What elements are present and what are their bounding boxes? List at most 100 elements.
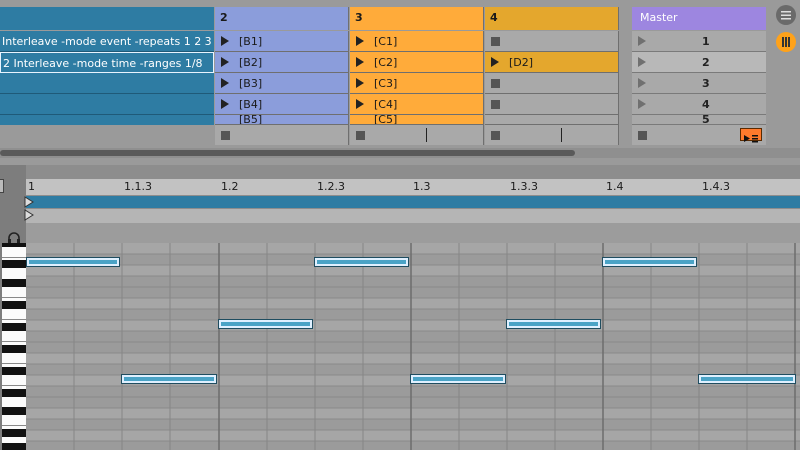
play-icon[interactable] (356, 57, 364, 67)
clip-1-1-label: Interleave -mode event -repeats 1 2 3 (2, 35, 212, 48)
piano-key-white[interactable] (2, 331, 26, 342)
piano-key-black[interactable] (2, 443, 26, 450)
midi-note[interactable] (219, 320, 312, 328)
clip-4-1-empty[interactable] (485, 31, 619, 52)
scene-launch-icon[interactable] (638, 36, 646, 46)
loop-brace[interactable] (26, 196, 800, 208)
piano-key-black[interactable] (2, 345, 26, 353)
note-grid[interactable] (26, 243, 800, 450)
midi-note[interactable] (411, 375, 505, 383)
clip-1-2-label: 2 Interleave -mode time -ranges 1/8 (3, 57, 203, 70)
piano-key-black[interactable] (2, 389, 26, 397)
divider (561, 128, 562, 142)
midi-note[interactable] (27, 258, 119, 266)
play-icon[interactable] (221, 78, 229, 88)
clip-4-4-empty[interactable] (485, 94, 619, 115)
clip-region-lane[interactable] (26, 223, 800, 243)
stop-slot-icon[interactable] (491, 79, 500, 88)
stop-clip-icon[interactable] (356, 131, 365, 140)
piano-key-white[interactable] (2, 247, 26, 258)
clip-3-3[interactable]: [C3] (350, 73, 484, 94)
track-2-header[interactable]: 2 (215, 7, 349, 30)
scrollbar-thumb[interactable] (0, 150, 575, 156)
piano-key-white[interactable] (2, 287, 26, 298)
scene-1[interactable]: 1 (632, 31, 766, 52)
start-marker-icon[interactable] (24, 196, 36, 236)
piano-key-black[interactable] (2, 260, 26, 268)
clip-4-2[interactable]: [D2] (485, 52, 619, 73)
play-icon[interactable] (221, 57, 229, 67)
master-stop-row (632, 125, 766, 145)
clip-2-5-label: [B5] (239, 115, 263, 125)
piano-keyboard[interactable] (2, 243, 26, 450)
scene-4[interactable]: 4 (632, 94, 766, 115)
stop-slot-icon[interactable] (491, 37, 500, 46)
clip-2-2[interactable]: [B2] (215, 52, 349, 73)
track-3-header[interactable]: 3 (350, 7, 484, 30)
track-4-title: 4 (490, 11, 498, 24)
piano-key-black[interactable] (2, 323, 26, 331)
piano-key-white[interactable] (2, 309, 26, 320)
clip-3-4[interactable]: [C4] (350, 94, 484, 115)
track-4-stop-row (485, 125, 619, 145)
piano-key-black[interactable] (2, 301, 26, 309)
clip-4-5-empty[interactable] (485, 115, 619, 125)
play-icon[interactable] (356, 36, 364, 46)
scene-launch-icon[interactable] (638, 99, 646, 109)
piano-key-black[interactable] (2, 407, 26, 415)
follow-toggle-icon[interactable] (740, 128, 762, 143)
clip-2-3[interactable]: [B3] (215, 73, 349, 94)
stop-clip-icon[interactable] (221, 131, 230, 140)
play-icon[interactable] (221, 36, 229, 46)
scene-3[interactable]: 3 (632, 73, 766, 94)
horizontal-scrollbar[interactable] (0, 148, 800, 158)
clip-4-3-empty[interactable] (485, 73, 619, 94)
headphones-icon[interactable] (7, 230, 21, 244)
scene-launch-icon[interactable] (638, 78, 646, 88)
clip-3-2[interactable]: [C2] (350, 52, 484, 73)
clip-3-1[interactable]: [C1] (350, 31, 484, 52)
stop-slot-icon[interactable] (491, 100, 500, 109)
piano-key-black[interactable] (2, 367, 26, 375)
stop-all-clips-icon[interactable] (638, 131, 647, 140)
clip-1-5[interactable] (0, 115, 214, 125)
clip-1-4[interactable] (0, 94, 214, 115)
piano-key-white[interactable] (2, 353, 26, 364)
mixer-toggle-icon[interactable] (776, 32, 796, 52)
play-icon[interactable] (356, 78, 364, 88)
clip-3-1-label: [C1] (374, 35, 398, 48)
clip-2-3-label: [B3] (239, 77, 263, 90)
play-icon[interactable] (221, 99, 229, 109)
midi-note[interactable] (603, 258, 696, 266)
divider (426, 128, 427, 142)
scene-launch-icon[interactable] (638, 57, 646, 67)
track-4-header[interactable]: 4 (485, 7, 619, 30)
track-1-header[interactable] (0, 7, 214, 30)
session-view: Interleave -mode event -repeats 1 2 3 2 … (0, 0, 800, 165)
clip-1-3[interactable] (0, 73, 214, 94)
fold-button[interactable] (0, 179, 4, 193)
midi-note[interactable] (122, 375, 216, 383)
clip-2-4[interactable]: [B4] (215, 94, 349, 115)
clip-3-5[interactable]: [C5] (350, 115, 484, 125)
scene-2[interactable]: 2 (632, 52, 766, 73)
piano-key-black[interactable] (2, 279, 26, 287)
piano-key-black[interactable] (2, 429, 26, 437)
midi-note[interactable] (315, 258, 408, 266)
play-icon[interactable] (356, 99, 364, 109)
clip-1-2-selected[interactable]: 2 Interleave -mode time -ranges 1/8 (0, 52, 214, 73)
piano-key-white[interactable] (2, 415, 26, 426)
clip-2-1[interactable]: [B1] (215, 31, 349, 52)
menu-icon[interactable] (776, 5, 796, 25)
master-header[interactable]: Master (632, 7, 766, 30)
time-ruler[interactable]: 1 1.1.3 1.2 1.2.3 1.3 1.3.3 1.4 1.4.3 (26, 179, 800, 195)
clip-2-5[interactable]: [B5] (215, 115, 349, 125)
midi-note[interactable] (507, 320, 600, 328)
stop-clip-icon[interactable] (491, 131, 500, 140)
scene-5[interactable]: 5 (632, 115, 766, 125)
clip-1-1[interactable]: Interleave -mode event -repeats 1 2 3 (0, 31, 214, 52)
play-icon[interactable] (491, 57, 499, 67)
midi-note[interactable] (699, 375, 795, 383)
piano-key-white[interactable] (2, 375, 26, 386)
marker-lane[interactable] (26, 209, 800, 223)
